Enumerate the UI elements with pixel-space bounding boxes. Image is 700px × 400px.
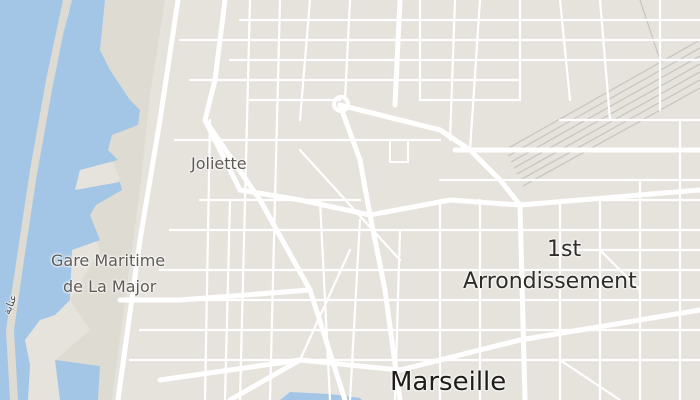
label-marseille: Marseille <box>390 367 507 397</box>
map-tiles <box>0 0 700 400</box>
map-canvas[interactable]: Joliette Gare Maritime de La Major 1st A… <box>0 0 700 400</box>
harbour-water-south <box>55 360 100 400</box>
label-1st: 1st <box>547 237 582 262</box>
label-joliette: Joliette <box>191 154 247 173</box>
label-gare-maritime: Gare Maritime <box>51 251 166 270</box>
label-de-la-major: de La Major <box>63 277 157 296</box>
label-arrondissement: Arrondissement <box>463 269 637 294</box>
